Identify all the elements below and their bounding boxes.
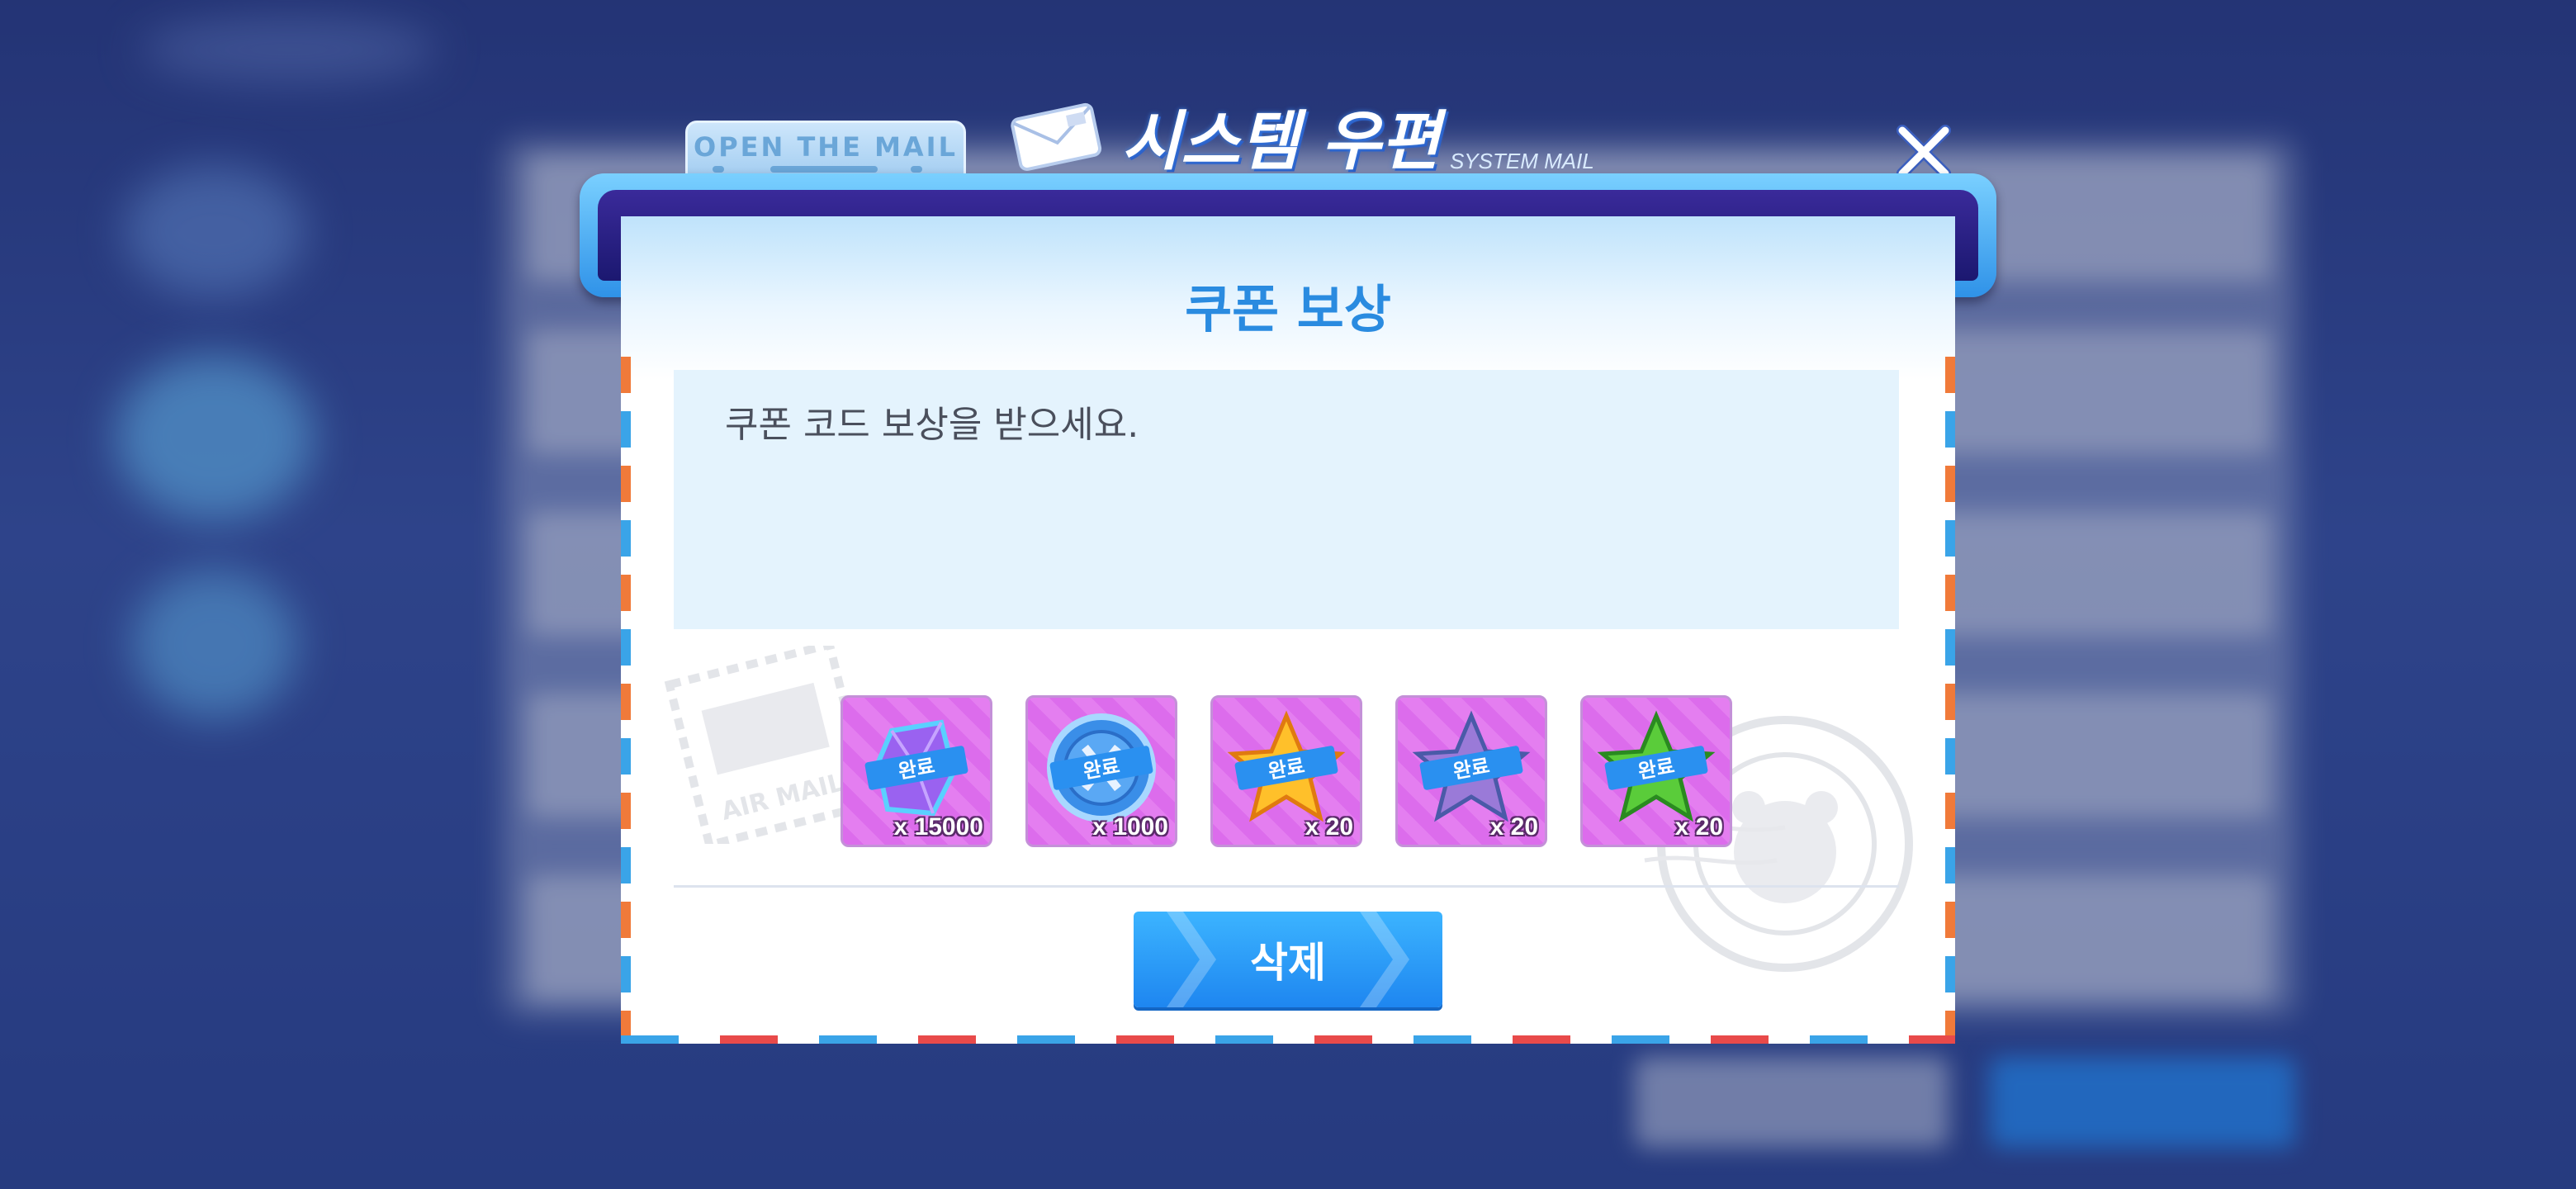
reward-quantity: x 20 — [1305, 813, 1353, 841]
mail-message: 쿠폰 코드 보상을 받으세요. — [725, 404, 1139, 446]
open-the-mail-label: OPEN THE MAIL — [694, 131, 958, 163]
purple-star-icon: 완료 — [1412, 710, 1531, 822]
mail-header-title: 시스템 우편 SYSTEM MAIL — [1007, 91, 1594, 182]
reward-quantity: x 15000 — [893, 813, 983, 841]
reward-quantity: x 20 — [1489, 813, 1538, 841]
delete-button-label: 삭제 — [1250, 939, 1326, 987]
purple-gem-icon: 완료 — [864, 719, 968, 817]
reward-item[interactable]: 완료 x 20 — [1580, 695, 1732, 847]
delete-button[interactable]: 삭제 — [1134, 912, 1442, 1007]
chevron-decoration-icon — [1360, 912, 1409, 1007]
system-mail-subtitle: SYSTEM MAIL — [1449, 148, 1594, 173]
green-star-icon: 완료 — [1597, 710, 1716, 822]
reward-list: 완료 x 15000 완료 x 1000 완료 x 20 완료 x 20 완료 … — [841, 695, 1732, 847]
airmail-border-right — [1945, 357, 1955, 1044]
mail-title: 쿠폰 보상 — [1185, 279, 1391, 339]
blue-coin-icon: 완료 — [1047, 713, 1156, 822]
divider — [674, 885, 1899, 888]
system-mail-title: 시스템 우편 — [1121, 105, 1440, 179]
reward-item[interactable]: 완료 x 15000 — [841, 695, 992, 847]
mail-letter: 쿠폰 보상 쿠폰 코드 보상을 받으세요. AIR MAIL 완료 x 1500… — [621, 216, 1955, 1044]
reward-item[interactable]: 완료 x 1000 — [1025, 695, 1177, 847]
chevron-decoration-icon — [1167, 912, 1216, 1007]
airmail-border-bottom — [621, 1035, 1955, 1044]
reward-quantity: x 1000 — [1092, 813, 1168, 841]
reward-item[interactable]: 완료 x 20 — [1395, 695, 1547, 847]
svg-text:AIR MAIL: AIR MAIL — [718, 768, 846, 827]
airmail-border-left — [621, 357, 631, 1044]
reward-quantity: x 20 — [1674, 813, 1723, 841]
tab-decoration — [713, 166, 939, 173]
reward-item[interactable]: 완료 x 20 — [1210, 695, 1362, 847]
envelope-icon — [1011, 102, 1102, 171]
gold-star-icon: 완료 — [1227, 710, 1346, 822]
